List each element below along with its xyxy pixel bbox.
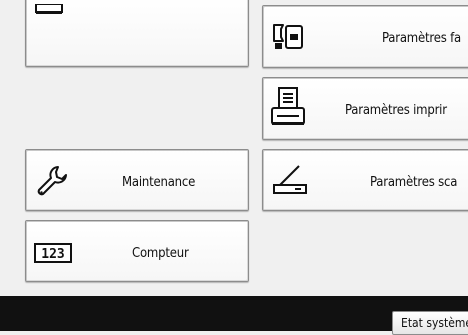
scanner-settings-label: Paramètres sca bbox=[370, 175, 458, 190]
printer-settings-icon bbox=[269, 86, 309, 128]
system-status-button[interactable]: Etat système bbox=[392, 311, 468, 335]
fax-settings-icon bbox=[271, 21, 305, 55]
scanner-settings-icon bbox=[271, 162, 309, 196]
scanner-settings-button[interactable]: Paramètres sca bbox=[262, 149, 468, 211]
top-left-menu-button[interactable] bbox=[25, 0, 249, 67]
counter-button[interactable]: 123 Compteur bbox=[25, 220, 249, 282]
system-status-label: Etat système bbox=[401, 316, 468, 330]
counter-icon-text: 123 bbox=[41, 247, 64, 262]
printer-settings-label: Paramètres imprir bbox=[345, 103, 447, 118]
maintenance-label: Maintenance bbox=[122, 175, 196, 190]
fax-settings-button[interactable]: Paramètres fa bbox=[262, 5, 468, 68]
maintenance-button[interactable]: Maintenance bbox=[25, 149, 249, 211]
counter-label: Compteur bbox=[132, 246, 189, 261]
device-icon bbox=[34, 1, 64, 14]
printer-settings-button[interactable]: Paramètres imprir bbox=[262, 77, 468, 140]
fax-settings-label: Paramètres fa bbox=[382, 31, 461, 46]
counter-123-icon: 123 bbox=[34, 243, 72, 263]
wrench-icon bbox=[34, 164, 70, 200]
system-settings-panel: Maintenance 123 Compteur Paramètres fa P… bbox=[0, 0, 468, 296]
